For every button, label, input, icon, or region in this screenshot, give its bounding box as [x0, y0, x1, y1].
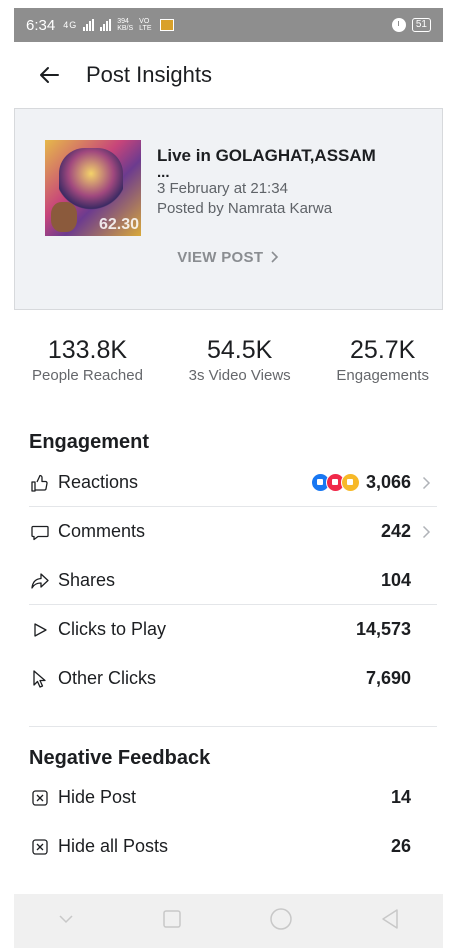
section-divider — [29, 726, 437, 727]
row-label: Reactions — [58, 472, 139, 492]
hide-icon — [29, 787, 51, 809]
reaction-icons — [310, 473, 360, 492]
stat-value: 54.5K — [206, 336, 273, 364]
row-value: 14,573 — [355, 619, 411, 639]
row-value: 14 — [390, 787, 411, 807]
reactions-count: 3,066 — [365, 472, 411, 492]
haha-reaction-icon — [340, 473, 360, 492]
volte-indicator: VO LTE — [139, 18, 151, 32]
page-title: Post Insights — [86, 62, 212, 87]
share-icon — [29, 570, 51, 592]
view-post-button[interactable]: VIEW POST — [15, 249, 442, 266]
row-reactions[interactable]: Reactions 3,066 — [29, 458, 430, 507]
notification-app-icon — [159, 19, 174, 31]
stats-summary: 133.8K People Reached 54.5K 3s Video Vie… — [28, 334, 429, 386]
stat-people-reached: 133.8K People Reached — [32, 334, 143, 386]
cursor-icon — [29, 668, 51, 690]
row-label: Shares — [58, 570, 116, 590]
negative-feedback-heading: Negative Feedback — [29, 747, 211, 769]
stat-label: People Reached — [32, 367, 143, 384]
stat-engagements: 25.7K Engagements — [336, 334, 429, 386]
row-other-clicks: Other Clicks 7,690 — [29, 654, 411, 703]
chevron-right-icon — [419, 525, 433, 539]
view-post-label: VIEW POST — [177, 249, 264, 266]
post-info: Live in GOLAGHAT,ASSAM ... 3 February at… — [157, 145, 417, 219]
network-speed: 394 KB/S — [117, 18, 133, 32]
back-triangle-icon[interactable] — [380, 908, 400, 935]
row-clicks-to-play: Clicks to Play 14,573 — [29, 605, 411, 654]
post-card: 62.30 Live in GOLAGHAT,ASSAM ... 3 Febru… — [14, 108, 443, 310]
network-type: 4G — [63, 19, 78, 30]
row-value: 104 — [380, 570, 411, 590]
stat-label: Engagements — [336, 367, 429, 384]
row-shares: Shares 104 — [29, 556, 411, 605]
comment-icon — [29, 521, 51, 543]
network-speed-value: 394 — [117, 18, 129, 25]
hide-icon — [29, 836, 51, 858]
post-thumbnail[interactable]: 62.30 — [45, 140, 141, 236]
post-date: 3 February at 21:34 — [157, 180, 288, 197]
app-header: Post Insights — [14, 42, 443, 108]
row-hide-post: Hide Post 14 — [29, 773, 411, 822]
play-icon — [29, 619, 51, 641]
arrow-left-icon[interactable] — [34, 60, 64, 90]
row-value: 242 — [380, 521, 411, 541]
stat-label: 3s Video Views — [188, 367, 291, 384]
signal-icon-2 — [100, 19, 112, 31]
battery-icon: 51 — [411, 18, 431, 32]
post-title: Live in GOLAGHAT,ASSAM — [157, 146, 376, 165]
signal-icon — [83, 19, 95, 31]
stat-value: 133.8K — [47, 336, 128, 364]
chevron-down-icon[interactable] — [57, 912, 75, 930]
row-value: 3,066 — [310, 472, 411, 493]
row-label: Hide Post — [58, 787, 137, 807]
row-label: Other Clicks — [58, 668, 157, 688]
system-nav-bar — [14, 894, 443, 948]
row-comments[interactable]: Comments 242 — [29, 507, 430, 556]
status-time: 6:34 — [26, 16, 56, 34]
chevron-right-icon — [419, 476, 433, 490]
stat-value: 25.7K — [350, 336, 416, 364]
stat-video-views: 54.5K 3s Video Views — [189, 334, 291, 386]
row-hide-all-posts: Hide all Posts 26 — [29, 822, 411, 871]
alarm-icon — [391, 18, 406, 32]
volte-bottom: LTE — [139, 25, 152, 32]
row-label: Clicks to Play — [58, 619, 167, 639]
recent-apps-icon[interactable] — [162, 909, 182, 934]
row-label: Comments — [58, 521, 146, 541]
thumbs-up-icon — [29, 472, 51, 494]
network-speed-unit: KB/S — [117, 25, 134, 32]
row-value: 7,690 — [365, 668, 411, 688]
status-bar: 6:34 4G 394 KB/S VO LTE 51 — [14, 8, 443, 42]
post-title-ellipsis: ... — [157, 164, 170, 181]
thumbnail-overlay-text: 62.30 — [98, 216, 139, 233]
volte-top: VO — [139, 18, 150, 25]
post-author: Posted by Namrata Karwa — [157, 200, 333, 217]
row-value: 26 — [390, 836, 411, 856]
home-icon[interactable] — [269, 907, 293, 936]
chevron-right-icon — [271, 251, 278, 263]
row-label: Hide all Posts — [58, 836, 169, 856]
engagement-heading: Engagement — [29, 431, 150, 453]
